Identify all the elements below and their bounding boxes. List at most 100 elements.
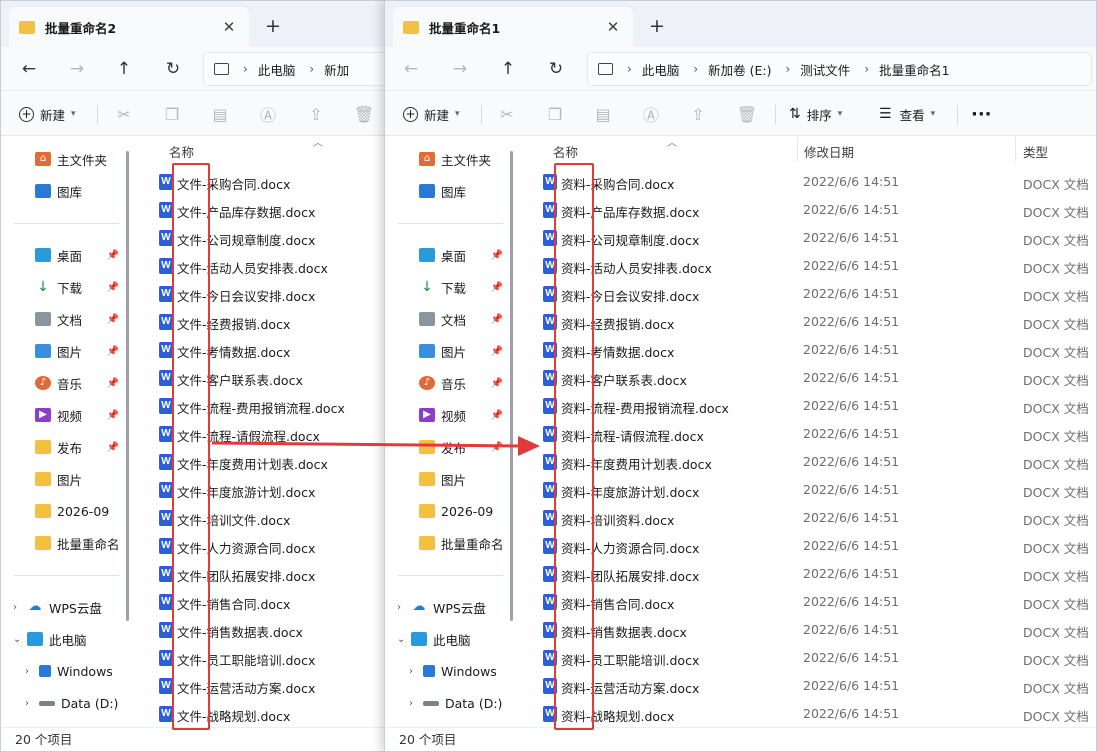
- breadcrumb-folder[interactable]: 测试文件: [800, 60, 850, 79]
- paste-icon[interactable]: ▤: [207, 99, 233, 129]
- file-row[interactable]: W 资料-年度费用计划表.docx 2022/6/6 14:51 DOCX 文档: [517, 449, 1096, 475]
- pin-icon[interactable]: 📌: [491, 410, 503, 421]
- new-tab-button[interactable]: +: [643, 13, 671, 39]
- sidebar-item-wps-cloud[interactable]: › ☁ WPS云盘: [1, 593, 129, 621]
- sidebar-item-publish[interactable]: 发布 📌: [1, 433, 129, 461]
- file-row[interactable]: W 资料-经费报销.docx 2022/6/6 14:51 DOCX 文档: [517, 309, 1096, 335]
- refresh-icon[interactable]: ↻: [540, 53, 572, 85]
- file-row[interactable]: W 资料-公司规章制度.docx 2022/6/6 14:51 DOCX 文档: [517, 225, 1096, 251]
- tab-rename1[interactable]: 批量重命名1 ✕: [393, 7, 633, 47]
- chevron-down-icon[interactable]: ⌄: [13, 634, 27, 645]
- sidebar-item-music[interactable]: ♪ 音乐 📌: [385, 369, 513, 397]
- sidebar-item-videos[interactable]: ▶ 视频 📌: [385, 401, 513, 429]
- chevron-right-icon[interactable]: ›: [409, 698, 423, 709]
- file-row[interactable]: W 资料-产品库存数据.docx 2022/6/6 14:51 DOCX 文档: [517, 197, 1096, 223]
- rename-icon[interactable]: Ⓐ: [255, 99, 281, 129]
- sidebar-item-pictures-folder[interactable]: 图片: [1, 465, 129, 493]
- paste-icon[interactable]: ▤: [590, 99, 616, 129]
- pin-icon[interactable]: 📌: [491, 250, 503, 261]
- file-row[interactable]: W 资料-销售数据表.docx 2022/6/6 14:51 DOCX 文档: [517, 617, 1096, 643]
- pin-icon[interactable]: 📌: [107, 442, 119, 453]
- pin-icon[interactable]: 📌: [491, 346, 503, 357]
- forward-icon[interactable]: →: [61, 53, 93, 85]
- sidebar-item-wps-cloud[interactable]: › ☁ WPS云盘: [385, 593, 513, 621]
- sidebar-item-videos[interactable]: ▶ 视频 📌: [1, 401, 129, 429]
- file-row[interactable]: W 资料-流程-请假流程.docx 2022/6/6 14:51 DOCX 文档: [517, 421, 1096, 447]
- sidebar-item-this-pc[interactable]: ⌄ 此电脑: [1, 625, 129, 653]
- sidebar-item-2026-09[interactable]: 2026-09: [1, 497, 129, 525]
- pin-icon[interactable]: 📌: [107, 378, 119, 389]
- sidebar-item-gallery[interactable]: 图库: [1, 177, 129, 205]
- back-icon[interactable]: ←: [395, 53, 427, 85]
- file-row[interactable]: W 资料-销售合同.docx 2022/6/6 14:51 DOCX 文档: [517, 589, 1096, 615]
- sidebar-item-rename-folder[interactable]: 批量重命名: [1, 529, 129, 557]
- file-row[interactable]: W 资料-培训资料.docx 2022/6/6 14:51 DOCX 文档: [517, 505, 1096, 531]
- pin-icon[interactable]: 📌: [491, 442, 503, 453]
- sidebar-item-data-drive[interactable]: › Data (D:): [1, 689, 129, 717]
- pin-icon[interactable]: 📌: [107, 250, 119, 261]
- chevron-right-icon[interactable]: ›: [13, 602, 27, 613]
- rename-icon[interactable]: Ⓐ: [638, 99, 664, 129]
- up-icon[interactable]: ↑: [108, 53, 140, 85]
- sidebar-item-data-drive[interactable]: › Data (D:): [385, 689, 513, 717]
- delete-icon[interactable]: 🗑: [351, 99, 377, 129]
- cut-icon[interactable]: ✂: [111, 99, 137, 129]
- new-button[interactable]: + 新建 ▾: [19, 99, 76, 129]
- cut-icon[interactable]: ✂: [494, 99, 520, 129]
- file-row[interactable]: W 资料-团队拓展安排.docx 2022/6/6 14:51 DOCX 文档: [517, 561, 1096, 587]
- breadcrumb-current[interactable]: 批量重命名1: [879, 60, 949, 79]
- chevron-right-icon[interactable]: ›: [409, 666, 423, 677]
- file-row[interactable]: W 资料-今日会议安排.docx 2022/6/6 14:51 DOCX 文档: [517, 281, 1096, 307]
- delete-icon[interactable]: 🗑: [734, 99, 760, 129]
- file-row[interactable]: W 资料-考情数据.docx 2022/6/6 14:51 DOCX 文档: [517, 337, 1096, 363]
- file-row[interactable]: W 资料-运营活动方案.docx 2022/6/6 14:51 DOCX 文档: [517, 673, 1096, 699]
- file-row[interactable]: W 资料-流程-费用报销流程.docx 2022/6/6 14:51 DOCX 文档: [517, 393, 1096, 419]
- sidebar-scrollbar[interactable]: [126, 151, 129, 621]
- chevron-down-icon[interactable]: ⌄: [397, 634, 411, 645]
- breadcrumb-drive[interactable]: 新加: [324, 60, 349, 79]
- column-divider[interactable]: [797, 137, 798, 161]
- column-header-name[interactable]: 名称: [553, 142, 578, 164]
- sidebar-item-downloads[interactable]: ↓ 下载 📌: [1, 273, 129, 301]
- sidebar-scrollbar[interactable]: [510, 151, 513, 621]
- sidebar-item-home[interactable]: ⌂ 主文件夹: [385, 145, 513, 173]
- close-icon[interactable]: ✕: [603, 18, 623, 36]
- pin-icon[interactable]: 📌: [107, 346, 119, 357]
- forward-icon[interactable]: →: [444, 53, 476, 85]
- sidebar-item-rename-folder[interactable]: 批量重命名: [385, 529, 513, 557]
- column-header-name[interactable]: 名称: [169, 142, 194, 164]
- sidebar-item-windows-drive[interactable]: › Windows: [385, 657, 513, 685]
- sort-button[interactable]: ⇅ 排序 ▾: [789, 99, 842, 129]
- sidebar-item-desktop[interactable]: 桌面 📌: [385, 241, 513, 269]
- file-row[interactable]: W 资料-员工职能培训.docx 2022/6/6 14:51 DOCX 文档: [517, 645, 1096, 671]
- close-icon[interactable]: ✕: [219, 18, 239, 36]
- column-divider[interactable]: [1015, 137, 1016, 161]
- sidebar-item-gallery[interactable]: 图库: [385, 177, 513, 205]
- new-button[interactable]: + 新建 ▾: [403, 99, 460, 129]
- sidebar-item-desktop[interactable]: 桌面 📌: [1, 241, 129, 269]
- sidebar-item-music[interactable]: ♪ 音乐 📌: [1, 369, 129, 397]
- pin-icon[interactable]: 📌: [107, 282, 119, 293]
- share-icon[interactable]: ⇪: [685, 99, 711, 129]
- breadcrumb-drive[interactable]: 新加卷 (E:): [708, 60, 771, 79]
- sidebar-item-publish[interactable]: 发布 📌: [385, 433, 513, 461]
- sidebar-item-this-pc[interactable]: ⌄ 此电脑: [385, 625, 513, 653]
- share-icon[interactable]: ⇪: [303, 99, 329, 129]
- more-icon[interactable]: ···: [971, 99, 992, 129]
- file-row[interactable]: W 资料-年度旅游计划.docx 2022/6/6 14:51 DOCX 文档: [517, 477, 1096, 503]
- pin-icon[interactable]: 📌: [491, 378, 503, 389]
- chevron-right-icon[interactable]: ›: [25, 666, 39, 677]
- sidebar-item-downloads[interactable]: ↓ 下载 📌: [385, 273, 513, 301]
- pin-icon[interactable]: 📌: [107, 314, 119, 325]
- column-header-date[interactable]: 修改日期: [804, 142, 854, 164]
- file-row[interactable]: W 资料-客户联系表.docx 2022/6/6 14:51 DOCX 文档: [517, 365, 1096, 391]
- new-tab-button[interactable]: +: [259, 13, 287, 39]
- sidebar-item-2026-09[interactable]: 2026-09: [385, 497, 513, 525]
- up-icon[interactable]: ↑: [492, 53, 524, 85]
- pin-icon[interactable]: 📌: [107, 410, 119, 421]
- sidebar-item-pictures-folder[interactable]: 图片: [385, 465, 513, 493]
- sidebar-item-documents[interactable]: 文档 📌: [385, 305, 513, 333]
- sidebar-item-documents[interactable]: 文档 📌: [1, 305, 129, 333]
- chevron-right-icon[interactable]: ›: [25, 698, 39, 709]
- file-row[interactable]: W 资料-人力资源合同.docx 2022/6/6 14:51 DOCX 文档: [517, 533, 1096, 559]
